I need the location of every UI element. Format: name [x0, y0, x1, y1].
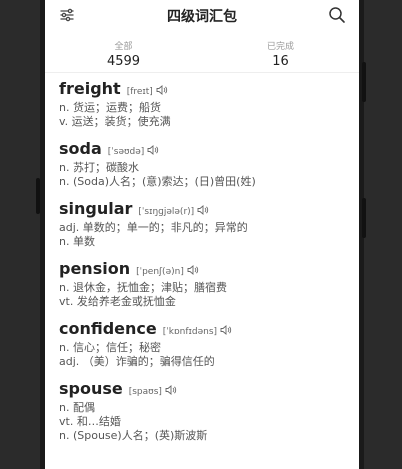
word-entry[interactable]: soda [ˈsəʊdə] n. 苏打；碳酸水 n. (Soda)人名；(意)索… [59, 139, 345, 189]
phonetic-text: [ˈpenʃ(ə)n] [136, 267, 184, 277]
word-row: singular [ˈsɪŋɡjələ(r)] [59, 199, 345, 221]
speaker-icon[interactable] [165, 385, 177, 395]
phonetic-text: [ˈsɪŋɡjələ(r)] [138, 207, 195, 217]
phone-side-button [362, 62, 366, 102]
stat-completed[interactable]: 已完成 16 [202, 32, 359, 72]
stats-bar: 全部 4599 已完成 16 [45, 32, 359, 73]
phonetic-text: [freɪt] [126, 87, 153, 97]
word-row: spouse [spaʊs] [59, 379, 345, 401]
app-header: 四级词汇包 [45, 0, 359, 32]
word-entry[interactable]: singular [ˈsɪŋɡjələ(r)] adj. 单数的；单一的；非凡的… [59, 199, 345, 249]
word-entry[interactable]: spouse [spaʊs] n. 配偶 vt. 和…结婚 n. (Spouse… [59, 379, 345, 443]
phonetic-text: [ˈsəʊdə] [107, 147, 145, 157]
phonetic-text: [ˈkɒnfɪdəns] [162, 327, 218, 337]
app-screen: 四级词汇包 全部 4599 已完成 16 freight [freɪt] n. … [45, 0, 359, 469]
definition-line: vt. 和…结婚 [59, 415, 121, 428]
search-icon[interactable] [327, 5, 347, 25]
speaker-icon[interactable] [187, 265, 199, 275]
stat-completed-value: 16 [272, 54, 289, 69]
phonetic-text: [spaʊs] [128, 387, 162, 397]
word-text: freight [59, 79, 121, 98]
definition-line: n. 单数 [59, 235, 95, 248]
definition-line: n. 退休金，抚恤金；津贴；膳宿费 [59, 281, 227, 294]
stat-total-value: 4599 [106, 54, 141, 69]
definition-line: n. 苏打；碳酸水 [59, 161, 139, 174]
word-entry[interactable]: pension [ˈpenʃ(ə)n] n. 退休金，抚恤金；津贴；膳宿费 vt… [59, 259, 345, 309]
filter-settings-icon[interactable] [57, 5, 77, 25]
speaker-icon[interactable] [220, 325, 232, 335]
definition-line: n. 配偶 [59, 401, 95, 414]
stat-total-label: 全部 [114, 42, 133, 52]
page-title: 四级词汇包 [167, 9, 237, 25]
word-text: confidence [59, 319, 157, 338]
word-text: pension [59, 259, 131, 278]
word-text: singular [59, 199, 133, 218]
definition-line: n. 信心；信任；秘密 [59, 341, 161, 354]
definition-line: vt. 发给养老金或抚恤金 [59, 295, 176, 308]
word-text: soda [59, 139, 102, 158]
word-row: confidence [ˈkɒnfɪdəns] [59, 319, 345, 341]
definition-line: n. (Spouse)人名；(英)斯波斯 [59, 429, 208, 442]
word-row: soda [ˈsəʊdə] [59, 139, 345, 161]
word-list: freight [freɪt] n. 货运；运费；船货 v. 运送；装货；使充满… [45, 73, 359, 443]
phone-side-button [36, 178, 40, 214]
word-row: freight [freɪt] [59, 79, 345, 101]
word-entry[interactable]: freight [freɪt] n. 货运；运费；船货 v. 运送；装货；使充满 [59, 79, 345, 129]
definition-line: adj. （美）诈骗的；骗得信任的 [59, 355, 215, 368]
definition-line: n. (Soda)人名；(意)索达；(日)曾田(姓) [59, 175, 256, 188]
speaker-icon[interactable] [156, 85, 168, 95]
definition-line: v. 运送；装货；使充满 [59, 115, 171, 128]
word-entry[interactable]: confidence [ˈkɒnfɪdəns] n. 信心；信任；秘密 adj.… [59, 319, 345, 369]
phone-side-button [362, 198, 366, 238]
speaker-icon[interactable] [147, 145, 159, 155]
definition-line: n. 货运；运费；船货 [59, 101, 161, 114]
stat-completed-label: 已完成 [266, 42, 294, 52]
word-row: pension [ˈpenʃ(ə)n] [59, 259, 345, 281]
stat-total[interactable]: 全部 4599 [45, 32, 202, 72]
speaker-icon[interactable] [197, 205, 209, 215]
word-text: spouse [59, 379, 123, 398]
definition-line: adj. 单数的；单一的；非凡的；异常的 [59, 221, 248, 234]
